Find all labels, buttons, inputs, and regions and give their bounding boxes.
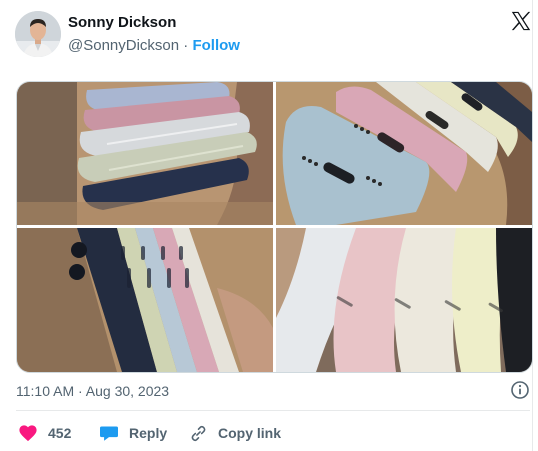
copy-link-label: Copy link [218,425,282,441]
photo-stacked-phones [17,82,273,225]
like-count: 452 [48,425,72,441]
divider [16,410,530,411]
photo-tile[interactable] [17,82,273,225]
photo-phones-corners [276,228,532,372]
handle-separator: · [183,37,189,54]
photo-phones-ports [276,82,532,225]
follow-button[interactable]: Follow [192,37,240,54]
info-icon[interactable] [510,380,530,400]
author-name[interactable]: Sonny Dickson [68,14,176,31]
avatar[interactable] [15,11,61,57]
reply-bubble-icon [100,426,118,441]
photo-phones-buttons [17,228,273,372]
heart-icon [19,425,37,442]
like-button[interactable]: 452 [18,423,71,443]
link-icon [191,425,206,441]
photo-tile[interactable] [276,228,532,372]
reply-label: Reply [129,425,168,441]
photo-tile[interactable] [276,82,532,225]
tweet-card: Sonny Dickson @SonnyDickson · Follow 11:… [0,0,533,451]
reply-button[interactable]: Reply [99,423,167,443]
x-logo-icon[interactable] [510,10,532,32]
author-handle[interactable]: @SonnyDickson [68,37,179,54]
copy-link-button[interactable]: Copy link [189,423,281,443]
photo-tile[interactable] [17,228,273,372]
author-handle-row: @SonnyDickson · Follow [68,37,240,54]
tweet-timestamp[interactable]: 11:10 AM · Aug 30, 2023 [16,383,169,399]
media-grid[interactable] [16,81,533,373]
